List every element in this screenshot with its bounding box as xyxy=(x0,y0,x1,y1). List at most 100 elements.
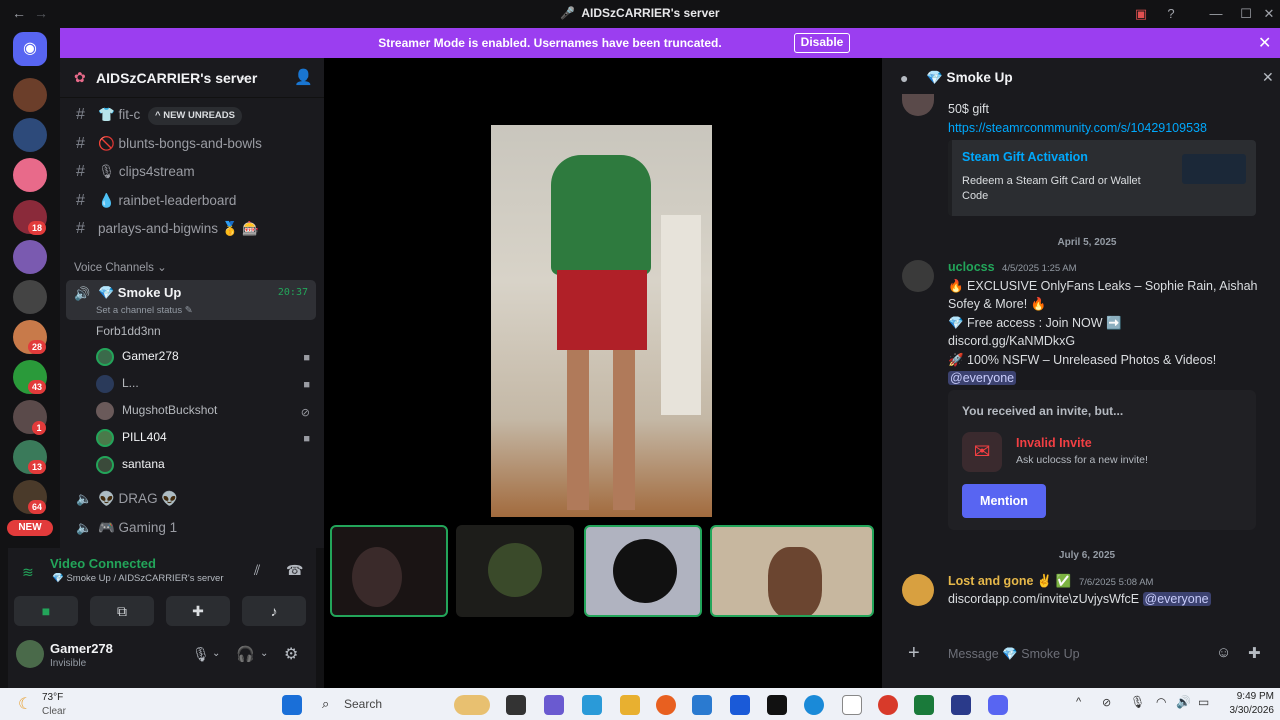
close-window-icon[interactable]: ✕ xyxy=(1258,4,1280,24)
file-explorer-icon[interactable] xyxy=(620,695,640,715)
mail-icon[interactable] xyxy=(692,695,712,715)
search-icon[interactable]: ⌕ xyxy=(322,696,329,712)
signal-icon[interactable]: ≋ xyxy=(22,564,34,581)
tray-icon[interactable]: ⊘ xyxy=(1102,696,1111,709)
noise-suppression-icon[interactable]: ⫽ xyxy=(254,562,260,579)
channel-item[interactable]: # parlays-and-bigwins 🥇 🎰 xyxy=(76,220,259,238)
voice-user[interactable]: Forb1dd3nn xyxy=(96,324,161,338)
firefox-icon[interactable] xyxy=(656,695,676,715)
chevron-up-icon[interactable]: ^ xyxy=(1076,696,1081,708)
message-author[interactable]: uclocss xyxy=(948,260,995,274)
voice-channels-header[interactable]: Voice Channels ⌄ xyxy=(74,260,167,274)
server-icon[interactable] xyxy=(13,118,47,152)
voice-channel-item[interactable]: 🔈 👽 DRAG 👽 xyxy=(76,491,178,507)
connection-subtitle[interactable]: 💎 Smoke Up / AIDSzCARRIER's server xyxy=(52,573,224,584)
teams-icon[interactable] xyxy=(544,695,564,715)
server-icon[interactable] xyxy=(13,158,47,192)
add-attachment-icon[interactable]: + xyxy=(908,642,920,665)
server-icon[interactable] xyxy=(13,280,47,314)
clock-date[interactable]: 3/30/2026 xyxy=(1222,705,1275,716)
new-unreads-pill[interactable]: ^ NEW UNREADS xyxy=(148,107,242,125)
mic-icon[interactable]: 🎙 xyxy=(192,646,210,663)
voice-user[interactable]: Gamer278 xyxy=(96,348,179,366)
app-icon[interactable] xyxy=(914,695,934,715)
chevron-down-icon[interactable]: ⌄ xyxy=(212,648,220,659)
app-icon[interactable] xyxy=(951,695,971,715)
start-button[interactable] xyxy=(282,695,302,715)
screen-share-button[interactable]: ⧉ xyxy=(90,596,154,626)
emoji-icon[interactable]: ☺ xyxy=(1216,644,1231,661)
channel-item[interactable]: # 🚫 blunts-bongs-and-bowls xyxy=(76,135,262,153)
avatar[interactable] xyxy=(902,574,934,606)
voice-channel-item[interactable]: 🔈 🎮 Gaming 1 xyxy=(76,520,177,536)
activities-button[interactable]: ✚ xyxy=(166,596,230,626)
disconnect-icon[interactable]: ☎ xyxy=(286,562,303,579)
minimize-icon[interactable]: — xyxy=(1205,4,1227,24)
battery-icon[interactable]: ▭ xyxy=(1198,695,1209,709)
maximize-icon[interactable]: ☐ xyxy=(1235,4,1257,24)
message-link[interactable]: https://steamrconmmunity.com/s/104291095… xyxy=(948,119,1207,137)
server-icon[interactable] xyxy=(13,78,47,112)
video-tile[interactable] xyxy=(330,525,448,617)
mention-button[interactable]: Mention xyxy=(962,484,1046,518)
add-member-icon[interactable]: 👤 xyxy=(294,68,313,86)
chrome-icon[interactable] xyxy=(878,695,898,715)
clock-time[interactable]: 9:49 PM xyxy=(1228,691,1274,702)
close-banner-icon[interactable]: ✕ xyxy=(1258,33,1271,53)
voice-user[interactable]: L... xyxy=(96,375,139,393)
message-input[interactable]: Message 💎 Smoke Up xyxy=(948,647,1080,662)
video-tile[interactable] xyxy=(584,525,702,617)
settings-gear-icon[interactable]: ⚙ xyxy=(284,644,298,664)
document-icon[interactable] xyxy=(842,695,862,715)
channel-item[interactable]: # 💧 rainbet-leaderboard xyxy=(76,192,236,210)
task-view-icon[interactable] xyxy=(506,695,526,715)
speaker-icon: 🔈 xyxy=(76,491,93,506)
embed-title[interactable]: Steam Gift Activation xyxy=(962,150,1088,164)
taskbar-search[interactable]: Search xyxy=(344,697,382,711)
avatar[interactable] xyxy=(16,640,44,668)
video-tile[interactable] xyxy=(710,525,874,617)
discord-home-icon[interactable]: ◉ xyxy=(13,32,47,66)
dropbox-icon[interactable] xyxy=(730,695,750,715)
avatar[interactable] xyxy=(902,260,934,292)
message-text: 💎 Free access : Join NOW ➡️ xyxy=(948,316,1122,330)
camera-button[interactable]: ■ xyxy=(14,596,78,626)
help-icon[interactable]: ? xyxy=(1160,4,1182,24)
notion-icon[interactable] xyxy=(767,695,787,715)
close-chat-icon[interactable]: ✕ xyxy=(1262,69,1274,86)
voice-user[interactable]: santana xyxy=(96,456,165,474)
message-text: discord.gg/KaNMDkxG xyxy=(948,334,1076,348)
channel-item[interactable]: # 👕 fit-c xyxy=(76,106,140,124)
apps-icon[interactable]: ✚ xyxy=(1248,644,1261,662)
weather-icon[interactable]: ☾ xyxy=(18,694,32,714)
widget-icon[interactable] xyxy=(454,695,490,715)
server-icon[interactable] xyxy=(13,240,47,274)
chat-title: 💎 Smoke Up xyxy=(926,70,1013,85)
wifi-icon[interactable]: ◠ xyxy=(1156,695,1166,709)
headphones-icon[interactable]: 🎧 xyxy=(236,645,255,663)
avatar xyxy=(613,539,677,603)
person-shorts xyxy=(557,270,647,350)
disable-button[interactable]: Disable xyxy=(794,33,850,53)
mic-tray-icon[interactable]: 🎙 xyxy=(1130,695,1145,709)
main-video-feed[interactable] xyxy=(491,125,712,517)
inbox-icon[interactable]: ▣ xyxy=(1130,4,1152,24)
message-author[interactable]: Lost and gone ✌️ ✅ xyxy=(948,574,1072,588)
new-badge[interactable]: NEW xyxy=(7,520,53,536)
voice-channel-active[interactable]: 🔊 💎 Smoke Up 20:37 Set a channel status … xyxy=(66,280,316,320)
avatar xyxy=(352,547,402,607)
channel-item[interactable]: # 🎙 clips4stream xyxy=(76,163,195,181)
copilot-icon[interactable] xyxy=(582,695,602,715)
volume-icon[interactable]: 🔊 xyxy=(1176,695,1191,709)
my-username[interactable]: Gamer278 xyxy=(50,641,113,656)
channel-status[interactable]: Set a channel status ✎ xyxy=(96,305,193,316)
chevron-down-icon[interactable]: ⌄ xyxy=(260,648,268,659)
edge-icon[interactable] xyxy=(804,695,824,715)
video-tile[interactable] xyxy=(456,525,574,617)
voice-user[interactable]: MugshotBuckshot xyxy=(96,402,217,420)
weather-desc: Clear xyxy=(42,706,66,717)
discord-taskbar-icon[interactable] xyxy=(988,695,1008,715)
voice-user[interactable]: PILL404 xyxy=(96,429,167,447)
server-header[interactable]: ✿ AIDSzCARRIER's server ⌄ 👤 xyxy=(60,58,324,98)
soundboard-button[interactable]: ♪ xyxy=(242,596,306,626)
